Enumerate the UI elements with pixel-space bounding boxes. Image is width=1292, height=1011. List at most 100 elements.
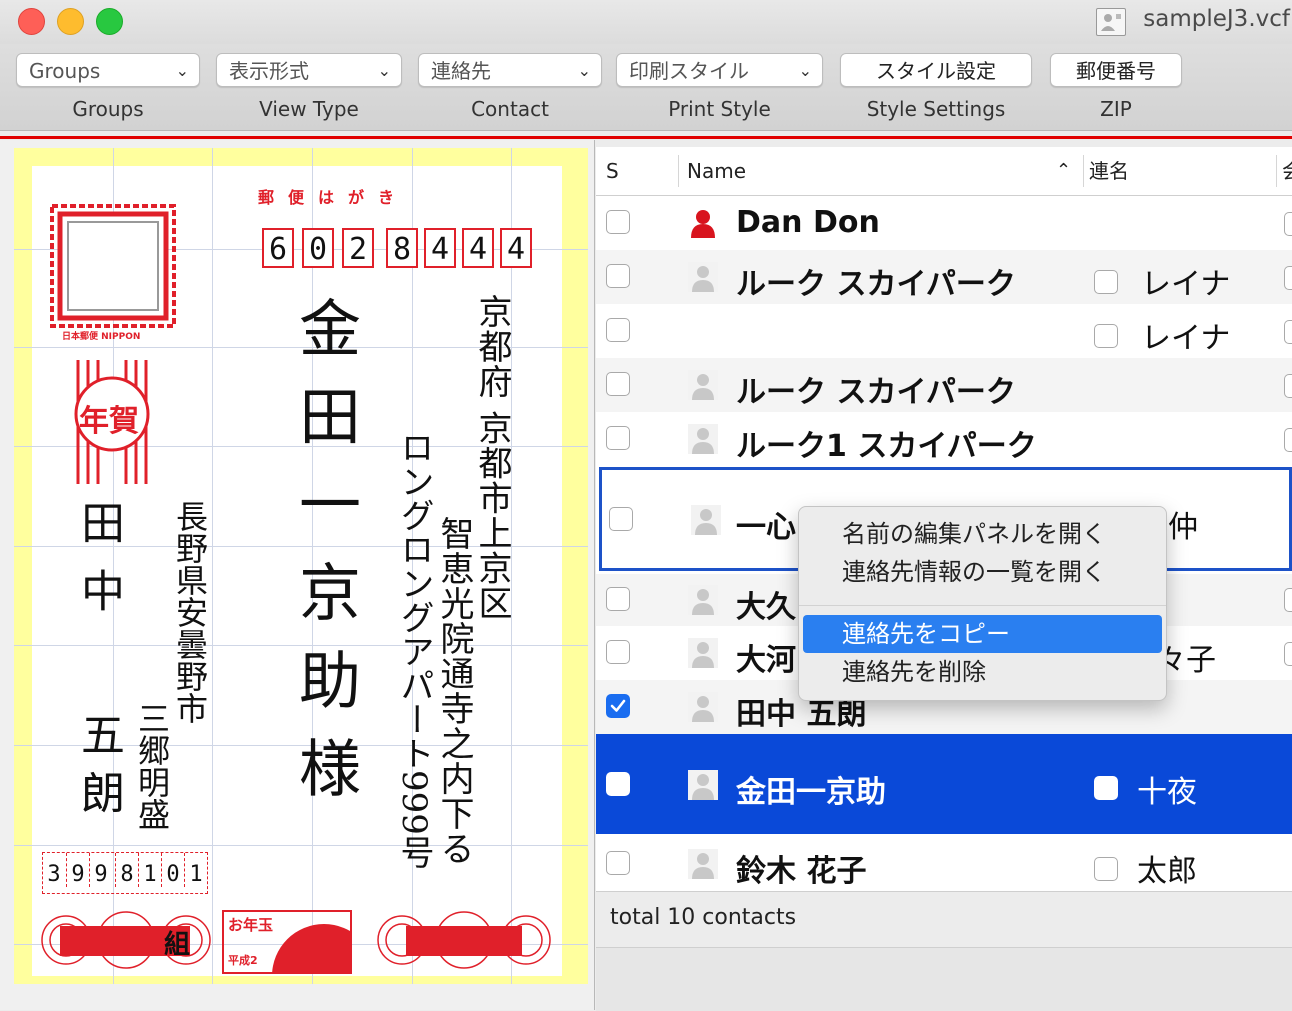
zip-button[interactable]: 郵便番号 bbox=[1050, 53, 1182, 87]
sender-zip-digit: 3 bbox=[47, 862, 61, 887]
column-header-more[interactable]: 会 bbox=[1282, 147, 1292, 195]
context-menu: 名前の編集パネルを開く 連絡先情報の一覧を開く 連絡先をコピー 連絡先を削除 bbox=[798, 506, 1167, 701]
sender-address-line1: 長野県安曇野市 bbox=[171, 500, 209, 724]
row-checkbox[interactable] bbox=[606, 772, 630, 796]
contact-name: Dan Don bbox=[736, 205, 880, 240]
recipient-address-line2: 智恵光院通寺之内下る bbox=[434, 516, 474, 866]
row-checkbox[interactable] bbox=[1284, 212, 1292, 236]
zoom-window-button[interactable] bbox=[96, 8, 123, 35]
chevron-down-icon: ⌄ bbox=[377, 61, 391, 80]
lottery-label: お年玉 bbox=[228, 916, 274, 934]
contact-name: 大河 bbox=[736, 643, 796, 678]
row-checkbox-checked[interactable] bbox=[606, 694, 630, 718]
view-type-popup[interactable]: 表示形式 ⌄ bbox=[216, 53, 402, 87]
row-checkbox[interactable] bbox=[606, 264, 630, 288]
grid-line bbox=[212, 148, 213, 984]
contact-popup-value: 連絡先 bbox=[431, 59, 491, 83]
window-title: sampleJ3.vcf bbox=[1143, 6, 1290, 32]
person-icon bbox=[688, 849, 718, 879]
contact-count: total 10 contacts bbox=[610, 905, 797, 930]
column-header-name[interactable]: Name bbox=[687, 147, 746, 195]
row-checkbox[interactable] bbox=[1284, 320, 1292, 344]
menu-separator bbox=[799, 605, 1166, 606]
sender-zip-digit: 1 bbox=[184, 853, 207, 887]
column-divider[interactable] bbox=[1276, 155, 1277, 187]
row-checkbox[interactable] bbox=[606, 426, 630, 450]
contact-popup[interactable]: 連絡先 ⌄ bbox=[418, 53, 602, 87]
table-row[interactable]: ルーク スカイパーク レイナ bbox=[596, 250, 1292, 304]
table-row[interactable]: Dan Don bbox=[596, 196, 1292, 250]
document-icon bbox=[1096, 8, 1126, 36]
table-row[interactable]: ルーク1 スカイパーク bbox=[596, 412, 1292, 466]
sender-given-name: 五朗 bbox=[73, 712, 124, 828]
row-checkbox[interactable] bbox=[606, 372, 630, 396]
minimize-window-button[interactable] bbox=[57, 8, 84, 35]
row-checkbox[interactable] bbox=[606, 210, 630, 234]
close-window-button[interactable] bbox=[18, 8, 45, 35]
renmei-checkbox[interactable] bbox=[1094, 776, 1118, 800]
menu-item-delete-contact[interactable]: 連絡先を削除 bbox=[799, 653, 1166, 691]
recipient-address-line1: 京都府 京都市上京区 bbox=[472, 294, 512, 621]
table-row[interactable]: ルーク スカイパーク bbox=[596, 358, 1292, 412]
view-type-label: View Type bbox=[259, 97, 359, 121]
sender-zip-digit: 9 bbox=[66, 853, 89, 887]
renmei-checkbox[interactable] bbox=[1094, 270, 1118, 294]
zip-label: ZIP bbox=[1100, 97, 1132, 121]
divider-line bbox=[0, 136, 1292, 139]
recipient-name: 金田一京助様 bbox=[288, 296, 361, 824]
table-row-selected[interactable]: 金田一京助 十夜 bbox=[596, 734, 1292, 834]
contact-name: ルーク スカイパーク bbox=[736, 375, 1016, 410]
new-year-mark: 年賀 bbox=[79, 404, 139, 439]
row-checkbox[interactable] bbox=[606, 640, 630, 664]
renmei-name: 太郎 bbox=[1137, 854, 1197, 889]
renmei-checkbox[interactable] bbox=[1094, 324, 1118, 348]
stamp-icon bbox=[50, 204, 176, 328]
row-checkbox[interactable] bbox=[1284, 266, 1292, 290]
row-checkbox[interactable] bbox=[1284, 428, 1292, 452]
lottery-sub: 平成2 bbox=[228, 954, 258, 967]
column-divider[interactable] bbox=[1083, 155, 1084, 187]
groups-popup[interactable]: Groups ⌄ bbox=[16, 53, 200, 87]
menu-item-open-contact-list[interactable]: 連絡先情報の一覧を開く bbox=[799, 553, 1166, 591]
contact-name: ルーク スカイパーク bbox=[736, 267, 1016, 302]
style-settings-label: Style Settings bbox=[866, 97, 1006, 121]
lottery-box: お年玉 平成2 bbox=[222, 910, 352, 974]
menu-item-copy-contact[interactable]: 連絡先をコピー bbox=[803, 615, 1162, 653]
zip-digit: 2 bbox=[342, 228, 374, 268]
contact-name: 一心 bbox=[736, 510, 796, 545]
person-icon bbox=[688, 370, 718, 400]
view-type-popup-value: 表示形式 bbox=[229, 59, 309, 83]
row-checkbox[interactable] bbox=[606, 851, 630, 875]
row-checkbox[interactable] bbox=[606, 587, 630, 611]
row-checkbox[interactable] bbox=[1284, 374, 1292, 398]
column-header-s[interactable]: S bbox=[606, 147, 619, 195]
sender-zip-digit: 8 bbox=[115, 853, 138, 887]
row-checkbox[interactable] bbox=[1284, 588, 1292, 612]
row-checkbox[interactable] bbox=[606, 318, 630, 342]
person-red-icon bbox=[688, 208, 718, 238]
column-header-renmei[interactable]: 連名 bbox=[1089, 147, 1129, 195]
chevron-down-icon: ⌄ bbox=[798, 61, 812, 80]
sender-zip-digit: 1 bbox=[138, 853, 161, 887]
stamp-caption: 日本郵便 NIPPON bbox=[62, 332, 141, 342]
sender-zip-digit: 0 bbox=[161, 853, 184, 887]
renmei-checkbox[interactable] bbox=[1094, 857, 1118, 881]
contact-name: 大久 bbox=[736, 590, 796, 625]
menu-item-open-name-editor[interactable]: 名前の編集パネルを開く bbox=[799, 515, 1166, 553]
person-icon bbox=[688, 692, 718, 722]
column-divider[interactable] bbox=[678, 155, 679, 187]
row-checkbox[interactable] bbox=[1284, 642, 1292, 666]
print-style-popup[interactable]: 印刷スタイル ⌄ bbox=[616, 53, 823, 87]
person-icon bbox=[688, 424, 718, 454]
table-row[interactable]: レイナ bbox=[596, 304, 1292, 358]
sender-address-line2: 三郷明盛 bbox=[133, 702, 171, 830]
chevron-down-icon: ⌄ bbox=[175, 61, 189, 80]
renmei-name: 仲 bbox=[1168, 510, 1198, 545]
chevron-down-icon: ⌄ bbox=[577, 61, 591, 80]
print-style-label: Print Style bbox=[668, 97, 771, 121]
row-checkbox[interactable] bbox=[609, 507, 633, 531]
table-row[interactable]: 鈴木 花子 太郎 bbox=[596, 837, 1292, 891]
contact-name: 鈴木 花子 bbox=[736, 854, 867, 889]
style-settings-button[interactable]: スタイル設定 bbox=[840, 53, 1032, 87]
person-icon bbox=[688, 638, 718, 668]
